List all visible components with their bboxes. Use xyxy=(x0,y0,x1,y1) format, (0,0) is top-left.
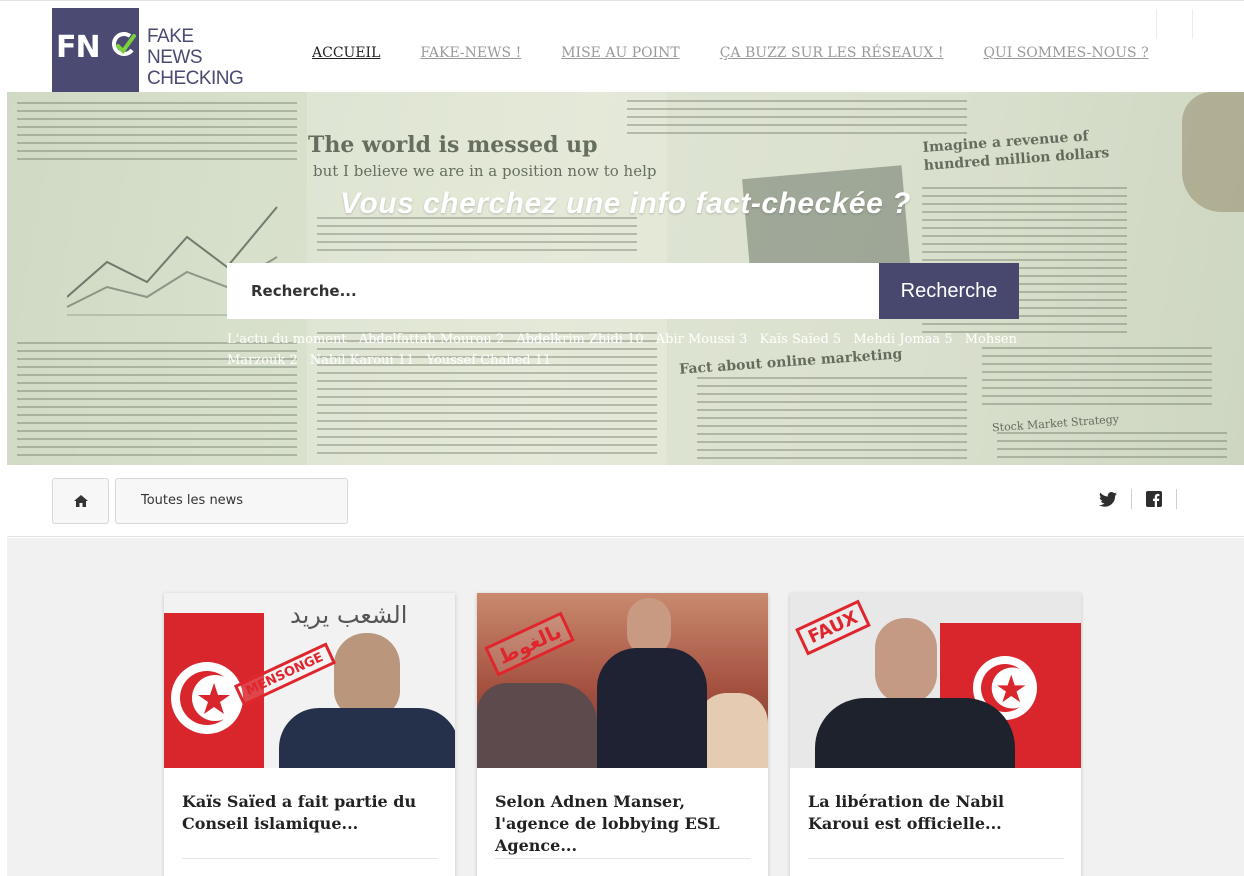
logo-text-line2: CHECKING xyxy=(147,68,244,89)
newspaper-text-block xyxy=(997,432,1227,462)
crowd-right xyxy=(697,693,768,768)
facebook-icon[interactable] xyxy=(1146,491,1162,507)
nav-accueil[interactable]: ACCUEIL xyxy=(312,45,380,61)
breadcrumb-bar: Toutes les news xyxy=(7,465,1244,537)
logo-text: FAKE NEWS CHECKING xyxy=(147,26,252,89)
tag-link[interactable]: Mehdi Jomaa 5 xyxy=(853,332,952,347)
news-grid: الشعب يريد MENSONGE Kaïs Saïed a fait pa… xyxy=(7,538,1244,876)
nav-qui-sommes-nous[interactable]: QUI SOMMES-NOUS ? xyxy=(983,45,1148,61)
person-body xyxy=(597,648,707,768)
news-card[interactable]: FAUX La libération de Nabil Karoui est o… xyxy=(790,593,1081,876)
search-form: Recherche xyxy=(227,263,1019,319)
newspaper-headline: The world is messed up xyxy=(308,132,598,158)
logo-mark: FN xyxy=(56,30,101,65)
person-body xyxy=(815,698,1015,768)
logo-text-line1: FAKE NEWS xyxy=(147,26,203,68)
home-icon xyxy=(73,495,88,507)
nav-mise-au-point[interactable]: MISE AU POINT xyxy=(561,45,680,61)
faux-stamp: FAUX xyxy=(795,599,871,656)
news-card[interactable]: الشعب يريد MENSONGE Kaïs Saïed a fait pa… xyxy=(164,593,455,876)
person-body xyxy=(279,708,455,768)
search-input[interactable] xyxy=(227,263,879,319)
newspaper-text-block xyxy=(627,100,967,138)
tag-link[interactable]: Kaïs Saïed 5 xyxy=(760,332,842,347)
all-news-button[interactable]: Toutes les news xyxy=(115,478,348,524)
header-divider xyxy=(1156,9,1157,39)
social-links xyxy=(1099,489,1191,509)
tag-link[interactable]: Nabil Karoui 11 xyxy=(310,353,415,368)
hero-title: Vous cherchez une info fact-checkée ? xyxy=(340,187,911,220)
home-button[interactable] xyxy=(52,478,109,524)
person-silhouette xyxy=(875,618,937,704)
newspaper-subheadline: but I believe we are in a position now t… xyxy=(313,162,657,180)
card-divider xyxy=(808,858,1064,859)
news-card-title[interactable]: Kaïs Saïed a fait partie du Conseil isla… xyxy=(182,791,442,835)
main-nav: ACCUEIL FAKE-NEWS ! MISE AU POINT ÇA BUZ… xyxy=(312,45,1189,61)
hero-banner: The world is messed up but I believe we … xyxy=(7,92,1244,465)
logo-box: FN xyxy=(52,8,139,93)
news-card-title[interactable]: Selon Adnen Manser, l'agence de lobbying… xyxy=(495,791,755,857)
twitter-icon[interactable] xyxy=(1099,491,1117,507)
tag-actu-du-moment: L'actu du moment xyxy=(227,332,347,347)
crowd-left xyxy=(477,683,597,768)
news-card[interactable]: بالغوط Selon Adnen Manser, l'agence de l… xyxy=(477,593,768,876)
header-divider xyxy=(1192,9,1193,39)
social-divider xyxy=(1131,489,1132,509)
tag-link[interactable]: Abdelkrim Zbidi 10 xyxy=(516,332,643,347)
nav-ca-buzz[interactable]: ÇA BUZZ SUR LES RÉSEAUX ! xyxy=(720,45,944,61)
newspaper-text-block xyxy=(697,377,967,462)
nav-fake-news[interactable]: FAKE-NEWS ! xyxy=(420,45,521,61)
tag-link[interactable]: Abdelfattah Mourou 2 xyxy=(359,332,504,347)
newspaper-text-block xyxy=(17,102,297,162)
site-header: FN FAKE NEWS CHECKING ACCUEIL FAKE-NEWS … xyxy=(0,0,1244,93)
news-card-image[interactable]: الشعب يريد MENSONGE xyxy=(164,593,455,768)
news-card-image[interactable]: FAUX xyxy=(790,593,1081,768)
card-divider xyxy=(182,858,438,859)
card-divider xyxy=(495,858,751,859)
logo-check-icon xyxy=(112,32,136,56)
tag-link[interactable]: Abir Moussi 3 xyxy=(656,332,748,347)
tag-link[interactable]: Youssef Chahed 11 xyxy=(427,353,552,368)
person-silhouette xyxy=(334,633,400,717)
search-button[interactable]: Recherche xyxy=(879,263,1019,319)
newspaper-text-block xyxy=(317,217,637,257)
news-card-image[interactable]: بالغوط xyxy=(477,593,768,768)
site-logo[interactable]: FN FAKE NEWS CHECKING xyxy=(52,8,252,93)
social-divider xyxy=(1176,489,1177,509)
trending-tags: L'actu du moment Abdelfattah Mourou 2 Ab… xyxy=(227,329,1017,371)
news-card-title[interactable]: La libération de Nabil Karoui est offici… xyxy=(808,791,1068,835)
banner-text: الشعب يريد xyxy=(290,601,408,629)
